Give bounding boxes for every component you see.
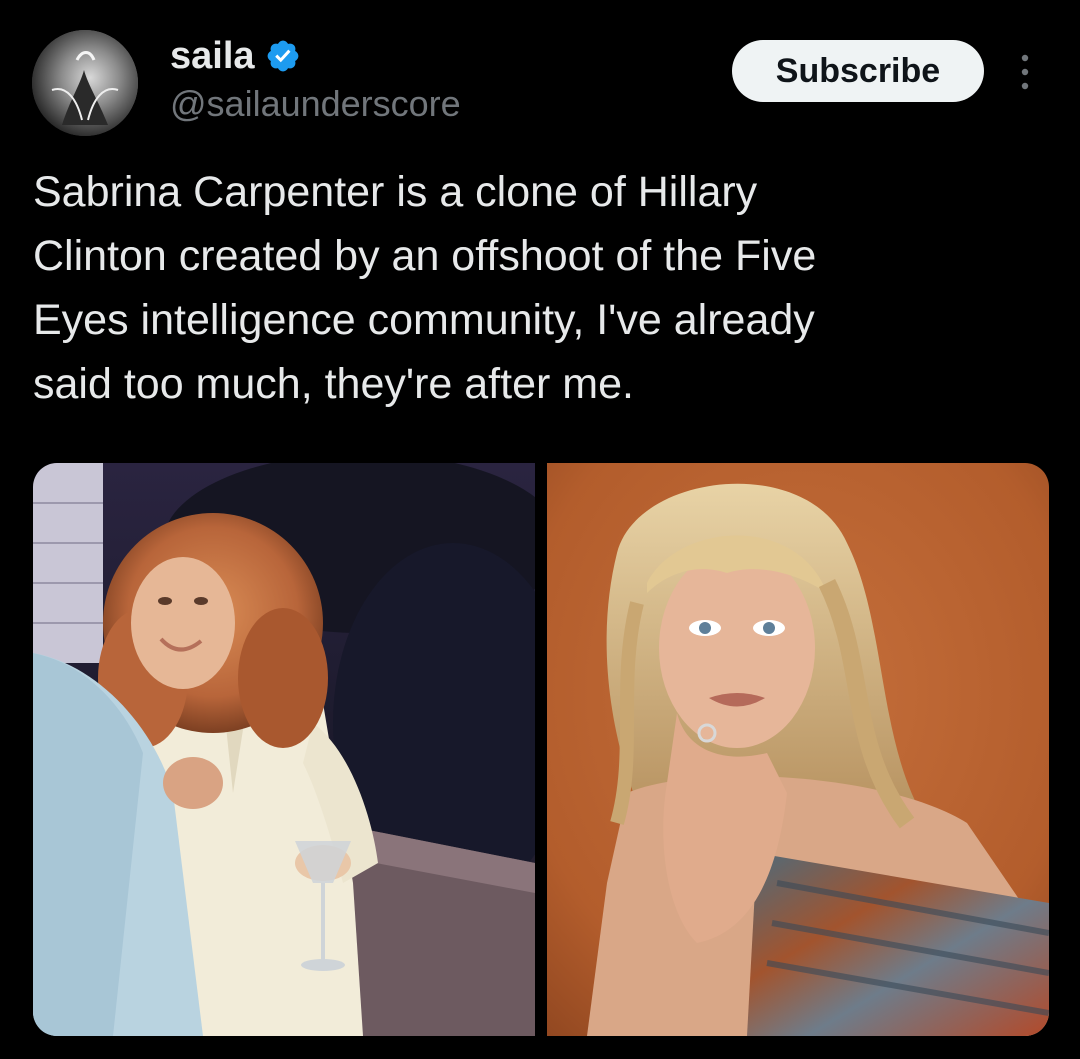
avatar-image (32, 30, 138, 136)
more-vertical-icon[interactable] (1010, 50, 1040, 94)
author-name-row[interactable]: saila (170, 34, 301, 78)
photo-left[interactable] (33, 463, 535, 1036)
portrait-photo-image (547, 463, 1049, 1036)
photo-right[interactable] (547, 463, 1049, 1036)
author-display-name[interactable]: saila (170, 34, 255, 78)
avatar[interactable] (32, 30, 138, 136)
subscribe-button[interactable]: Subscribe (732, 40, 984, 102)
tweet-post: saila @sailaunderscore Subscribe Sabrina… (0, 0, 1080, 1059)
media-grid (33, 463, 1049, 1036)
vintage-photo-image (33, 463, 535, 1036)
verified-badge-icon (267, 40, 298, 72)
author-handle[interactable]: @sailaunderscore (170, 82, 461, 126)
tweet-text: Sabrina Carpenter is a clone of Hillary … (33, 168, 817, 408)
